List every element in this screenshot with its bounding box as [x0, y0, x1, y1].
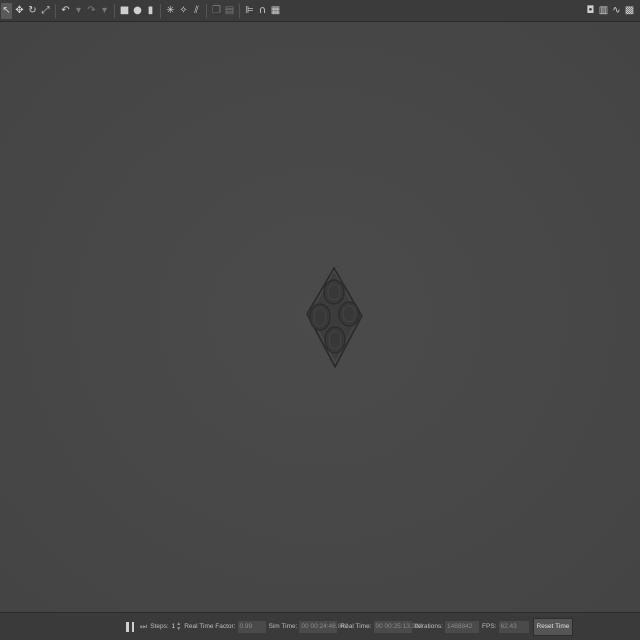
- cylinder-shape-icon[interactable]: ▮: [145, 3, 156, 19]
- screenshot-icon[interactable]: ◘: [585, 3, 596, 19]
- log-icon[interactable]: ▥: [598, 3, 609, 19]
- paste-icon[interactable]: ▤: [224, 3, 235, 19]
- steps-spinbox-arrows-icon[interactable]: ▲ ▼: [176, 621, 181, 632]
- sim-time-value: 00 00:24:48.842: [299, 620, 348, 633]
- scale-icon[interactable]: ⤢: [40, 3, 51, 19]
- snap-icon[interactable]: ∩: [257, 3, 268, 19]
- real-time-value: 00 00:25:13.333: [373, 620, 423, 633]
- iterations-value: 1488842: [445, 620, 480, 633]
- sphere-shape-icon[interactable]: ●: [132, 3, 143, 19]
- record-video-icon[interactable]: ▩: [624, 3, 635, 19]
- undo-dropdown-icon[interactable]: ▾: [73, 3, 84, 19]
- toolbar-separator: [160, 3, 161, 18]
- rotate-icon[interactable]: ↻: [27, 3, 38, 19]
- plot-icon[interactable]: ∿: [611, 3, 622, 19]
- redo-dropdown-icon[interactable]: ▾: [99, 3, 110, 19]
- quadrotor-model[interactable]: [306, 266, 363, 369]
- steps-value[interactable]: 1: [172, 623, 176, 630]
- pause-icon-bar-left: [126, 621, 129, 632]
- steps-label: Steps:: [150, 623, 169, 630]
- toolbar-left-group: ↖ ✥ ↻ ⤢ ↶ ▾ ↷ ▾ ■ ● ▮ ✳ ✧ ⫽ ❐ ▤ ⊫ ∩ ▦: [0, 2, 282, 19]
- undo-icon[interactable]: ↶: [60, 3, 71, 19]
- align-icon[interactable]: ⊫: [244, 3, 255, 19]
- step-icon[interactable]: ⏭: [140, 622, 147, 632]
- toolbar-right-group: ◘ ▥ ∿ ▩: [584, 3, 636, 19]
- change-view-icon[interactable]: ▦: [270, 3, 281, 19]
- toolbar-separator: [239, 3, 240, 18]
- rotor-top: [323, 279, 345, 305]
- directional-light-icon[interactable]: ⫽: [191, 3, 202, 19]
- box-shape-icon[interactable]: ■: [119, 3, 130, 19]
- spot-light-icon[interactable]: ✧: [178, 3, 189, 19]
- redo-icon[interactable]: ↷: [86, 3, 97, 19]
- toolbar-separator: [114, 3, 115, 18]
- fps-label: FPS:: [482, 623, 497, 630]
- pause-icon-bar-right: [131, 621, 134, 632]
- rotor-right: [338, 301, 360, 327]
- arrow-select-icon[interactable]: ↖: [1, 2, 12, 19]
- fps-value: 62.43: [498, 620, 529, 633]
- real-time-label: Real Time:: [340, 623, 372, 630]
- toolbar-separator: [55, 3, 56, 18]
- sim-time-label: Sim Time:: [268, 623, 298, 630]
- iterations-label: Iterations:: [414, 623, 444, 630]
- scene-render: [306, 266, 363, 369]
- real-time-factor-value: 0.99: [237, 620, 266, 633]
- 3d-viewport[interactable]: [0, 22, 640, 612]
- status-bar: ⏭ Steps: 1 ▲ ▼ Real Time Factor: 0.99 Sim…: [0, 612, 640, 640]
- pause-button[interactable]: [126, 621, 134, 632]
- translate-icon[interactable]: ✥: [14, 3, 25, 19]
- reset-time-button[interactable]: Reset Time: [532, 617, 574, 636]
- point-light-icon[interactable]: ✳: [165, 3, 176, 19]
- real-time-factor-label: Real Time Factor:: [184, 623, 236, 630]
- toolbar: ↖ ✥ ↻ ⤢ ↶ ▾ ↷ ▾ ■ ● ▮ ✳ ✧ ⫽ ❐ ▤ ⊫ ∩ ▦ ◘ ▥ ∿ ▩: [0, 0, 640, 22]
- copy-icon[interactable]: ❐: [211, 3, 222, 19]
- toolbar-separator: [206, 3, 207, 18]
